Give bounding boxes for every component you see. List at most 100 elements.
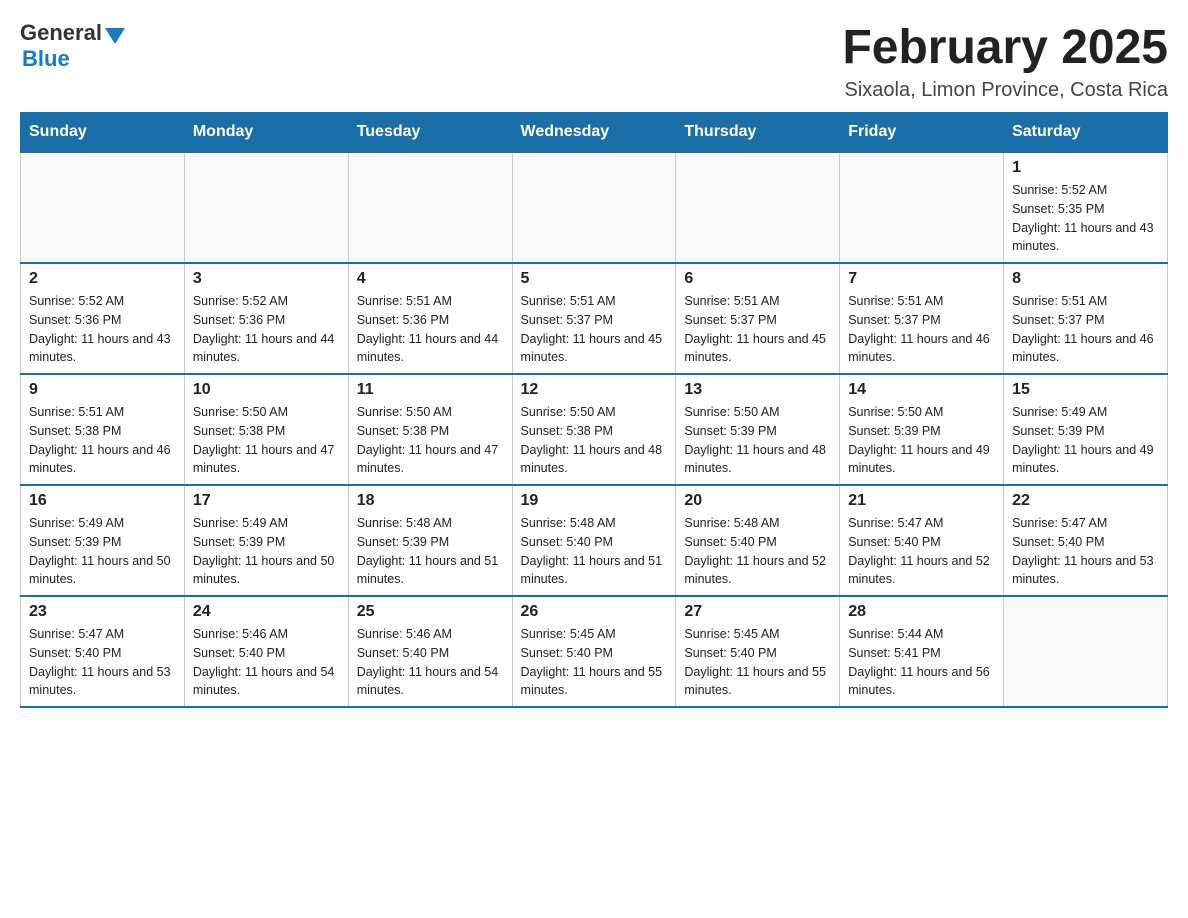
day-info: Sunrise: 5:51 AM Sunset: 5:37 PM Dayligh… [1012, 292, 1159, 367]
calendar-cell: 19 Sunrise: 5:48 AM Sunset: 5:40 PM Dayli… [512, 485, 676, 596]
calendar-cell: 12 Sunrise: 5:50 AM Sunset: 5:38 PM Dayli… [512, 374, 676, 485]
calendar-cell: 5 Sunrise: 5:51 AM Sunset: 5:37 PM Daylig… [512, 263, 676, 374]
calendar-cell: 16 Sunrise: 5:49 AM Sunset: 5:39 PM Dayli… [21, 485, 185, 596]
calendar-cell: 3 Sunrise: 5:52 AM Sunset: 5:36 PM Daylig… [184, 263, 348, 374]
day-number: 18 [357, 492, 504, 510]
day-number: 20 [684, 492, 831, 510]
calendar-cell [184, 152, 348, 263]
day-number: 25 [357, 603, 504, 621]
week-row-2: 2 Sunrise: 5:52 AM Sunset: 5:36 PM Daylig… [21, 263, 1168, 374]
day-number: 7 [848, 270, 995, 288]
column-header-sunday: Sunday [21, 113, 185, 153]
day-number: 21 [848, 492, 995, 510]
calendar-table: SundayMondayTuesdayWednesdayThursdayFrid… [20, 112, 1168, 708]
column-header-monday: Monday [184, 113, 348, 153]
day-info: Sunrise: 5:49 AM Sunset: 5:39 PM Dayligh… [29, 514, 176, 589]
day-number: 13 [684, 381, 831, 399]
column-header-saturday: Saturday [1004, 113, 1168, 153]
week-row-1: 1 Sunrise: 5:52 AM Sunset: 5:35 PM Daylig… [21, 152, 1168, 263]
day-info: Sunrise: 5:48 AM Sunset: 5:39 PM Dayligh… [357, 514, 504, 589]
calendar-cell [348, 152, 512, 263]
calendar-cell [840, 152, 1004, 263]
calendar-cell: 7 Sunrise: 5:51 AM Sunset: 5:37 PM Daylig… [840, 263, 1004, 374]
day-number: 11 [357, 381, 504, 399]
day-number: 24 [193, 603, 340, 621]
calendar-cell: 11 Sunrise: 5:50 AM Sunset: 5:38 PM Dayli… [348, 374, 512, 485]
logo-blue: Blue [22, 46, 70, 72]
calendar-cell: 18 Sunrise: 5:48 AM Sunset: 5:39 PM Dayli… [348, 485, 512, 596]
day-number: 3 [193, 270, 340, 288]
day-info: Sunrise: 5:51 AM Sunset: 5:37 PM Dayligh… [684, 292, 831, 367]
day-info: Sunrise: 5:46 AM Sunset: 5:40 PM Dayligh… [357, 625, 504, 700]
day-info: Sunrise: 5:47 AM Sunset: 5:40 PM Dayligh… [1012, 514, 1159, 589]
day-info: Sunrise: 5:48 AM Sunset: 5:40 PM Dayligh… [684, 514, 831, 589]
title-block: February 2025 Sixaola, Limon Province, C… [842, 20, 1168, 102]
calendar-cell: 8 Sunrise: 5:51 AM Sunset: 5:37 PM Daylig… [1004, 263, 1168, 374]
day-number: 28 [848, 603, 995, 621]
day-number: 16 [29, 492, 176, 510]
calendar-cell: 4 Sunrise: 5:51 AM Sunset: 5:36 PM Daylig… [348, 263, 512, 374]
day-number: 9 [29, 381, 176, 399]
column-header-thursday: Thursday [676, 113, 840, 153]
week-row-4: 16 Sunrise: 5:49 AM Sunset: 5:39 PM Dayli… [21, 485, 1168, 596]
calendar-cell: 23 Sunrise: 5:47 AM Sunset: 5:40 PM Dayli… [21, 596, 185, 707]
day-number: 5 [521, 270, 668, 288]
calendar-cell: 9 Sunrise: 5:51 AM Sunset: 5:38 PM Daylig… [21, 374, 185, 485]
calendar-cell: 15 Sunrise: 5:49 AM Sunset: 5:39 PM Dayli… [1004, 374, 1168, 485]
calendar-cell: 14Sunrise: 5:50 AM Sunset: 5:39 PM Dayli… [840, 374, 1004, 485]
day-info: Sunrise: 5:50 AM Sunset: 5:38 PM Dayligh… [357, 403, 504, 478]
day-number: 22 [1012, 492, 1159, 510]
day-number: 2 [29, 270, 176, 288]
day-number: 19 [521, 492, 668, 510]
page-header: General Blue February 2025 Sixaola, Limo… [20, 20, 1168, 102]
calendar-cell: 21Sunrise: 5:47 AM Sunset: 5:40 PM Dayli… [840, 485, 1004, 596]
day-info: Sunrise: 5:44 AM Sunset: 5:41 PM Dayligh… [848, 625, 995, 700]
day-info: Sunrise: 5:52 AM Sunset: 5:36 PM Dayligh… [29, 292, 176, 367]
day-info: Sunrise: 5:51 AM Sunset: 5:37 PM Dayligh… [848, 292, 995, 367]
day-info: Sunrise: 5:51 AM Sunset: 5:36 PM Dayligh… [357, 292, 504, 367]
day-info: Sunrise: 5:51 AM Sunset: 5:38 PM Dayligh… [29, 403, 176, 478]
column-header-wednesday: Wednesday [512, 113, 676, 153]
calendar-cell: 20 Sunrise: 5:48 AM Sunset: 5:40 PM Dayli… [676, 485, 840, 596]
calendar-cell: 22 Sunrise: 5:47 AM Sunset: 5:40 PM Dayli… [1004, 485, 1168, 596]
day-info: Sunrise: 5:47 AM Sunset: 5:40 PM Dayligh… [29, 625, 176, 700]
day-info: Sunrise: 5:50 AM Sunset: 5:39 PM Dayligh… [684, 403, 831, 478]
day-number: 8 [1012, 270, 1159, 288]
day-info: Sunrise: 5:50 AM Sunset: 5:38 PM Dayligh… [521, 403, 668, 478]
day-info: Sunrise: 5:50 AM Sunset: 5:38 PM Dayligh… [193, 403, 340, 478]
day-number: 12 [521, 381, 668, 399]
calendar-cell: 10 Sunrise: 5:50 AM Sunset: 5:38 PM Dayli… [184, 374, 348, 485]
day-info: Sunrise: 5:45 AM Sunset: 5:40 PM Dayligh… [684, 625, 831, 700]
calendar-cell [21, 152, 185, 263]
calendar-cell [512, 152, 676, 263]
calendar-cell: 17 Sunrise: 5:49 AM Sunset: 5:39 PM Dayli… [184, 485, 348, 596]
calendar-cell: 13 Sunrise: 5:50 AM Sunset: 5:39 PM Dayli… [676, 374, 840, 485]
calendar-cell: 25 Sunrise: 5:46 AM Sunset: 5:40 PM Dayli… [348, 596, 512, 707]
day-info: Sunrise: 5:52 AM Sunset: 5:35 PM Dayligh… [1012, 181, 1159, 256]
day-info: Sunrise: 5:49 AM Sunset: 5:39 PM Dayligh… [193, 514, 340, 589]
day-number: 17 [193, 492, 340, 510]
calendar-title: February 2025 [842, 20, 1168, 75]
week-row-5: 23 Sunrise: 5:47 AM Sunset: 5:40 PM Dayli… [21, 596, 1168, 707]
day-number: 1 [1012, 159, 1159, 177]
calendar-cell: 24 Sunrise: 5:46 AM Sunset: 5:40 PM Dayli… [184, 596, 348, 707]
day-info: Sunrise: 5:49 AM Sunset: 5:39 PM Dayligh… [1012, 403, 1159, 478]
day-number: 15 [1012, 381, 1159, 399]
calendar-cell [676, 152, 840, 263]
day-info: Sunrise: 5:46 AM Sunset: 5:40 PM Dayligh… [193, 625, 340, 700]
logo: General Blue [20, 20, 125, 72]
day-info: Sunrise: 5:48 AM Sunset: 5:40 PM Dayligh… [521, 514, 668, 589]
day-number: 27 [684, 603, 831, 621]
calendar-cell: 6Sunrise: 5:51 AM Sunset: 5:37 PM Daylig… [676, 263, 840, 374]
calendar-header-row: SundayMondayTuesdayWednesdayThursdayFrid… [21, 113, 1168, 153]
day-number: 23 [29, 603, 176, 621]
day-info: Sunrise: 5:50 AM Sunset: 5:39 PM Dayligh… [848, 403, 995, 478]
day-info: Sunrise: 5:51 AM Sunset: 5:37 PM Dayligh… [521, 292, 668, 367]
day-info: Sunrise: 5:52 AM Sunset: 5:36 PM Dayligh… [193, 292, 340, 367]
day-number: 4 [357, 270, 504, 288]
day-number: 10 [193, 381, 340, 399]
calendar-cell: 26Sunrise: 5:45 AM Sunset: 5:40 PM Dayli… [512, 596, 676, 707]
calendar-cell [1004, 596, 1168, 707]
calendar-cell: 1 Sunrise: 5:52 AM Sunset: 5:35 PM Daylig… [1004, 152, 1168, 263]
column-header-friday: Friday [840, 113, 1004, 153]
